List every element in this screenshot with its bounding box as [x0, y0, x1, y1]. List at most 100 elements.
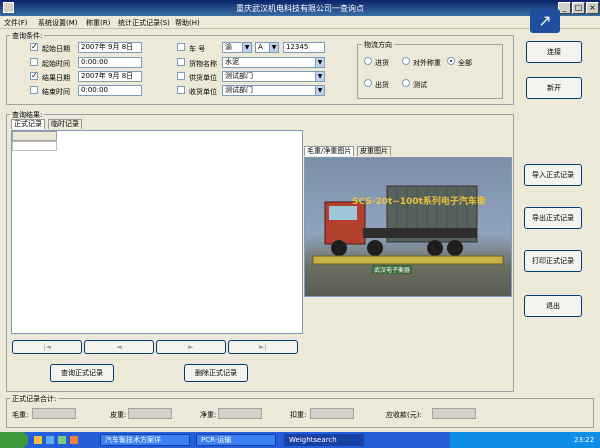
taskbar-item-2[interactable]: PCR-运输 — [196, 434, 276, 446]
grid-header-cell — [12, 131, 57, 141]
tab-tare-photo[interactable]: 皮重图片 — [357, 146, 391, 156]
menu-help[interactable]: 帮助(H) — [175, 18, 200, 28]
goods-label: 货物名称 — [189, 60, 217, 68]
menu-settings[interactable]: 系统设置(M) — [38, 18, 78, 28]
direction-test-radio[interactable] — [402, 79, 410, 87]
nav-last-button[interactable]: ►| — [228, 340, 298, 354]
clock: 23:22 — [574, 436, 595, 444]
menu-file[interactable]: 文件(F) — [4, 18, 28, 28]
start-time-checkbox[interactable] — [30, 58, 38, 66]
taskbar-item-1[interactable]: 汽车衡技术方案详 — [100, 434, 190, 446]
summary-label: 正式记录合计: — [10, 394, 59, 404]
end-time-checkbox[interactable] — [30, 86, 38, 94]
export-button[interactable]: 导出正式记录 — [524, 207, 582, 229]
import-button[interactable]: 导入正式记录 — [524, 164, 582, 186]
end-date-checkbox[interactable] — [30, 71, 38, 80]
tab-gross-photo[interactable]: 毛重/净重图片 — [304, 146, 355, 156]
start-time-input[interactable]: 0:00:00 — [78, 57, 142, 68]
supplier-checkbox[interactable] — [177, 72, 185, 80]
truck-photo — [304, 157, 512, 297]
app-icon — [3, 2, 14, 13]
direction-test-label: 测试 — [413, 81, 427, 89]
menu-stats[interactable]: 统计正式记录(S) — [118, 18, 170, 28]
scale-label: 武汉电子衡器 — [372, 265, 413, 274]
net-label: 净重: — [200, 411, 217, 419]
quick-launch-icon[interactable] — [46, 436, 54, 444]
direction-in-label: 进货 — [375, 59, 389, 67]
nav-prev-button[interactable]: ◄ — [84, 340, 154, 354]
taskbar-item-3[interactable]: Weightsearch — [284, 434, 364, 446]
delete-formal-button[interactable]: 删除正式记录 — [184, 364, 248, 382]
amount-label: 应收款(元): — [386, 411, 422, 419]
supplier-value: 测试部门 — [225, 72, 253, 80]
goods-checkbox[interactable] — [177, 58, 185, 66]
plate-checkbox[interactable] — [177, 43, 185, 51]
end-time-label: 结束时间 — [42, 88, 70, 96]
net-total-field — [218, 408, 262, 419]
direction-out-radio[interactable] — [364, 79, 372, 87]
plate-letter-select[interactable]: A ▼ — [255, 42, 279, 53]
receiver-label: 收货单位 — [189, 88, 217, 96]
gross-total-field — [32, 408, 76, 419]
plate-label: 车 号 — [189, 45, 206, 53]
exit-button[interactable]: 退出 — [524, 295, 582, 317]
direction-external-label: 对外称重 — [413, 59, 441, 67]
quick-launch-icon[interactable] — [58, 436, 66, 444]
chevron-down-icon: ▼ — [242, 43, 251, 52]
print-button[interactable]: 打印正式记录 — [524, 250, 582, 272]
tab-temp-records[interactable]: 临时记录 — [48, 119, 82, 129]
goods-select[interactable]: 水泥 ▼ — [222, 57, 325, 68]
quick-launch-icon[interactable] — [34, 436, 42, 444]
chevron-down-icon: ▼ — [269, 43, 278, 52]
truck-illustration — [312, 185, 504, 265]
query-group-label: 查询条件: — [10, 31, 45, 41]
chevron-down-icon: ▼ — [315, 72, 324, 81]
window-title: 重庆武汉机电科技有限公司一查询点 — [236, 4, 364, 13]
plate-letter-value: A — [258, 43, 263, 51]
start-date-picker[interactable]: 2007年 9月 8日 — [78, 42, 142, 53]
chevron-down-icon: ▼ — [315, 58, 324, 67]
maximize-button[interactable]: □ — [572, 2, 585, 14]
grid-header-cell — [12, 141, 57, 151]
direction-all-label: 全部 — [458, 59, 472, 67]
supplier-select[interactable]: 测试部门 ▼ — [222, 71, 325, 82]
deduct-label: 扣重: — [290, 411, 307, 419]
connect-button[interactable]: 连接 — [526, 41, 582, 63]
plate-number-input[interactable]: 12345 — [283, 42, 325, 53]
nav-next-button[interactable]: ► — [156, 340, 226, 354]
new-button[interactable]: 新开 — [526, 77, 582, 99]
receiver-select[interactable]: 测试部门 ▼ — [222, 85, 325, 96]
receiver-value: 测试部门 — [225, 86, 253, 94]
end-date-picker[interactable]: 2007年 9月 8日 — [78, 71, 142, 82]
start-date-checkbox[interactable] — [30, 42, 38, 51]
goods-value: 水泥 — [225, 58, 239, 66]
deduct-total-field — [310, 408, 354, 419]
close-button[interactable]: × — [586, 2, 599, 14]
receiver-checkbox[interactable] — [177, 86, 185, 94]
tare-label: 皮重: — [110, 411, 127, 419]
amount-total-field — [432, 408, 476, 419]
direction-group — [357, 44, 503, 99]
logo-icon: ↗ — [530, 9, 560, 33]
records-grid[interactable] — [11, 130, 303, 334]
nav-first-button[interactable]: |◄ — [12, 340, 82, 354]
start-button[interactable] — [0, 432, 28, 448]
end-date-label: 结果日期 — [42, 74, 70, 82]
tab-formal-records[interactable]: 正式记录 — [11, 119, 45, 129]
plate-province-value: 渝 — [225, 43, 232, 51]
direction-out-label: 出货 — [375, 81, 389, 89]
quick-launch-icon[interactable] — [70, 436, 78, 444]
start-time-label: 起始时间 — [42, 60, 70, 68]
query-formal-button[interactable]: 查询正式记录 — [50, 364, 114, 382]
direction-in-radio[interactable] — [364, 57, 372, 65]
menu-weigh[interactable]: 称重(R) — [86, 18, 110, 28]
gross-label: 毛重: — [12, 411, 29, 419]
plate-province-select[interactable]: 渝 ▼ — [222, 42, 252, 53]
start-date-label: 起始日期 — [42, 45, 70, 53]
end-time-input[interactable]: 0:00:00 — [78, 85, 142, 96]
direction-external-radio[interactable] — [402, 57, 410, 65]
direction-label: 物流方向 — [362, 40, 394, 50]
chevron-down-icon: ▼ — [315, 86, 324, 95]
direction-all-radio[interactable] — [447, 57, 455, 65]
photo-caption: SCS-20t~100t系列电子汽车衡 — [352, 197, 486, 207]
